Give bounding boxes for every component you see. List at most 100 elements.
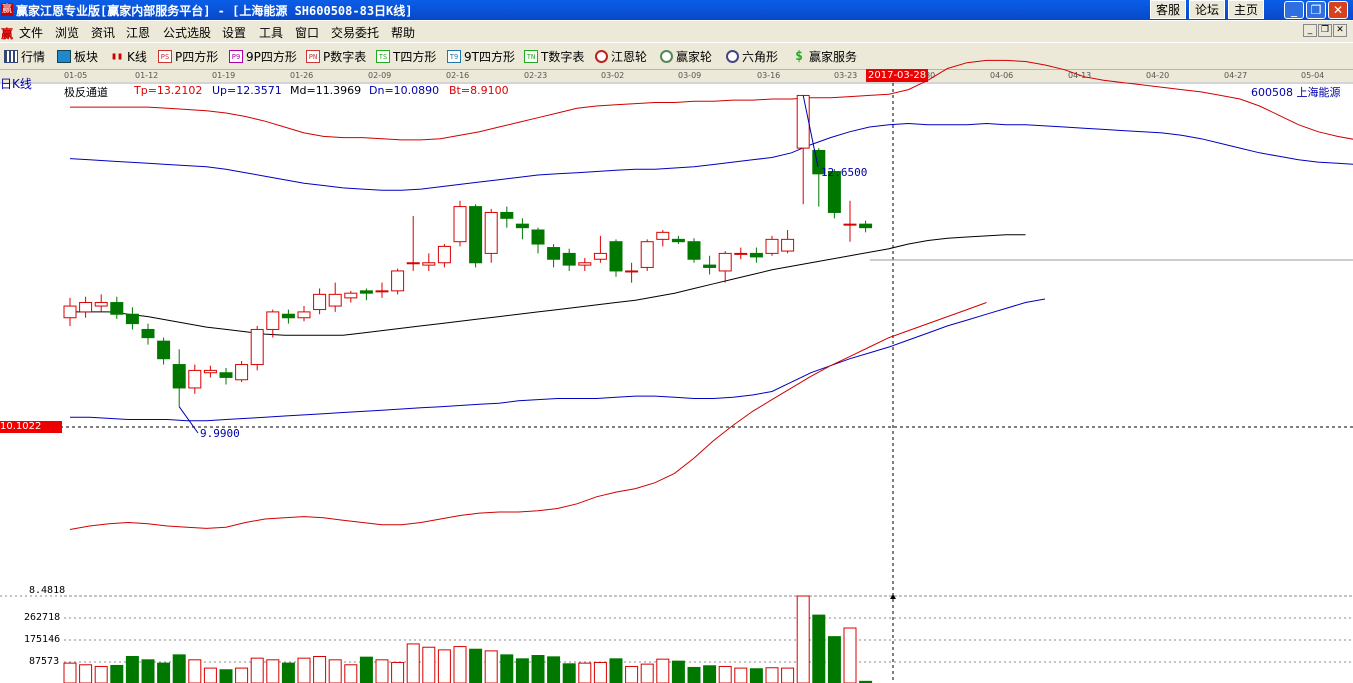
candle-body [656, 231, 670, 240]
tp-value: Tp=13.2102 [134, 84, 203, 97]
volume-bar [671, 660, 685, 683]
candle-body [297, 311, 311, 319]
candle-body [796, 94, 810, 149]
bt-value: Bt=8.9100 [449, 84, 509, 97]
candle-body [749, 252, 763, 258]
candle-body [328, 293, 342, 307]
candle-body [266, 311, 280, 330]
volume-bar [703, 665, 717, 683]
candle-body [391, 270, 405, 292]
volume-bar [172, 654, 186, 683]
volume-bar [687, 666, 701, 683]
period-label: 日K线 [0, 77, 32, 91]
candle-body [188, 369, 202, 389]
volume-bar [765, 667, 779, 683]
volume-bar [749, 668, 763, 683]
up-value: Up=12.3571 [212, 84, 282, 97]
candle-body [313, 293, 327, 311]
candle-body [765, 238, 779, 254]
candle-body [531, 229, 545, 245]
volume-bar [812, 614, 826, 683]
volume-bar [297, 657, 311, 683]
tp-line [70, 59, 1353, 141]
volume-bar [391, 661, 405, 683]
candle-body [203, 369, 217, 374]
volume-bar [266, 659, 280, 683]
volume-bar [203, 667, 217, 683]
low-price-label: 9.9900 [200, 427, 240, 440]
volume-bar [313, 656, 327, 683]
volume-bar [422, 646, 436, 683]
volume-bar [562, 663, 576, 683]
candle-body [79, 302, 93, 313]
volume-bar [469, 648, 483, 683]
candle-body [453, 206, 467, 243]
kline-chart[interactable] [0, 0, 1353, 683]
candle-body [859, 223, 873, 229]
candle-body [734, 252, 748, 255]
volume-bar [219, 669, 233, 683]
low-leader-line [178, 406, 199, 434]
volume-axis-label: 175146 [24, 634, 61, 645]
candle-body [500, 211, 514, 219]
candle-body [625, 270, 639, 273]
volume-bar [344, 664, 358, 683]
volume-bar [656, 658, 670, 683]
volume-bar [796, 595, 810, 683]
candle-body [703, 264, 717, 268]
dn-value: Dn=10.0890 [369, 84, 440, 97]
candle-body [437, 245, 451, 264]
candle-body [344, 292, 358, 299]
candle-body [281, 313, 295, 319]
candle-body [593, 252, 607, 260]
candle-body [640, 241, 654, 268]
candle-body [422, 262, 436, 266]
stock-name: 600508 上海能源 [1251, 86, 1341, 99]
bt-line [69, 302, 987, 530]
volume-bar [125, 656, 139, 683]
volume-bar [79, 664, 93, 683]
candle-body [547, 247, 561, 260]
candle-body [781, 238, 795, 252]
candle-body [359, 290, 373, 294]
volume-bar [827, 636, 841, 683]
volume-bar [547, 656, 561, 683]
volume-bar [515, 658, 529, 683]
volume-bar [188, 659, 202, 683]
volume-bar [531, 655, 545, 683]
candle-body [63, 305, 77, 319]
candle-body [172, 364, 186, 389]
volume-bar [157, 662, 171, 683]
candle-body [375, 290, 389, 293]
volume-bar [250, 657, 264, 683]
volume-bar [500, 654, 514, 683]
volume-bar [328, 659, 342, 683]
up-line [69, 122, 1353, 191]
candle-body [687, 241, 701, 260]
volume-axis-label: 8.4818 [29, 585, 66, 596]
candle-body [219, 372, 233, 378]
volume-bar [359, 656, 373, 683]
candle-body [843, 223, 857, 226]
volume-bar [453, 646, 467, 683]
volume-bar [843, 627, 857, 683]
candle-body [515, 223, 529, 229]
volume-bar [141, 659, 155, 683]
volume-bar [281, 662, 295, 683]
dn-line [70, 298, 1046, 422]
high-price-label: 12.6500 [821, 166, 868, 179]
volume-bar [734, 667, 748, 683]
candle-body [94, 302, 108, 307]
volume-axis-label: 262718 [24, 612, 61, 623]
volume-bar [609, 658, 623, 683]
candle-body [250, 328, 264, 366]
candle-body [406, 262, 420, 265]
candle-body [609, 241, 623, 272]
candle-body [235, 364, 249, 381]
candle-body [578, 262, 592, 266]
candle-body [484, 211, 498, 254]
volume-bar [484, 650, 498, 683]
md-value: Md=11.3969 [290, 84, 362, 97]
volume-bar [110, 664, 124, 683]
candle-body [469, 206, 483, 264]
